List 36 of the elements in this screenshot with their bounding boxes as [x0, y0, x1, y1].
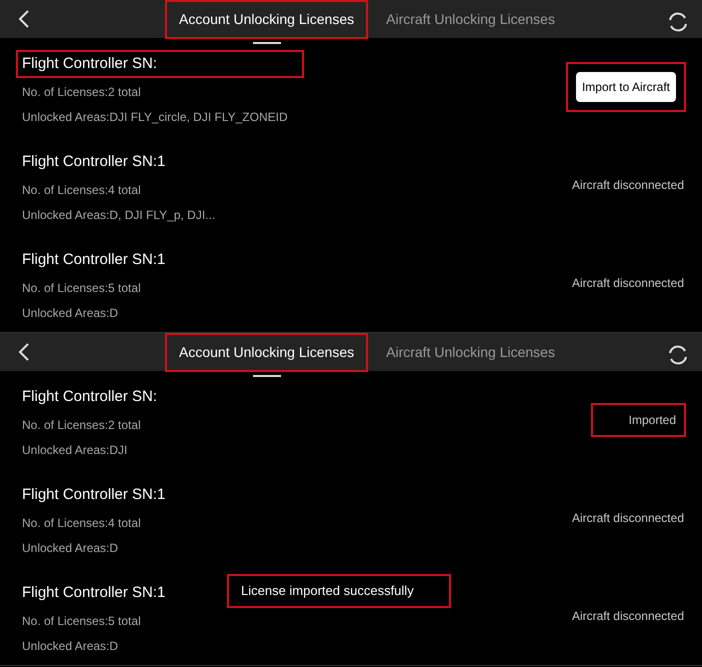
license-count: No. of Licenses:2 total: [21, 84, 142, 102]
serial-title: Flight Controller SN:1: [21, 250, 166, 270]
unlocked-areas: Unlocked Areas:DJI: [18, 441, 593, 460]
unlocked-areas: Unlocked Areas:DJI FLY_circle, DJI FLY_ZONEID: [18, 108, 568, 126]
back-icon: [17, 9, 31, 29]
tab[interactable]: Aircraft Unlocking Licenses: [374, 334, 567, 370]
status-text: Aircraft disconnected: [572, 275, 684, 292]
refresh-button[interactable]: [666, 343, 690, 367]
unlocked-areas: Unlocked Areas:D: [18, 539, 572, 558]
tab-indicator: [252, 374, 281, 376]
license-count: No. of Licenses:2 total: [21, 417, 142, 434]
status-text: Aircraft disconnected: [572, 510, 684, 527]
refresh-icon: [667, 11, 689, 33]
tab[interactable]: Account Unlocking Licenses: [167, 334, 366, 370]
serial-title: Flight Controller SN:1: [21, 582, 166, 603]
tab-indicator: [252, 42, 281, 44]
license-count: No. of Licenses:4 total: [21, 182, 142, 200]
serial-title: Flight Controller SN:: [18, 52, 302, 76]
license-count: No. of Licenses:5 total: [21, 613, 142, 630]
unlocked-areas: Unlocked Areas:D: [18, 304, 572, 322]
unlocked-areas: Unlocked Areas:D, DJI FLY_p, DJI...: [18, 206, 572, 224]
back-icon: [17, 342, 31, 362]
status-text: Aircraft disconnected: [572, 608, 684, 625]
serial-title: Flight Controller SN:1: [21, 152, 166, 172]
serial-title: Flight Controller SN:1: [21, 484, 166, 505]
license-count: No. of Licenses:4 total: [21, 515, 142, 532]
status-text: Imported: [592, 405, 684, 435]
license-count: No. of Licenses:5 total: [21, 280, 142, 298]
import-button[interactable]: Import to Aircraft: [576, 72, 676, 102]
tab[interactable]: Aircraft Unlocking Licenses: [374, 2, 567, 36]
serial-title: Flight Controller SN:: [21, 386, 158, 407]
refresh-icon: [667, 344, 689, 366]
unlocked-areas: Unlocked Areas:D: [18, 637, 572, 656]
status-text: Aircraft disconnected: [572, 177, 684, 194]
tab[interactable]: Account Unlocking Licenses: [167, 2, 366, 36]
refresh-button[interactable]: [666, 10, 690, 34]
